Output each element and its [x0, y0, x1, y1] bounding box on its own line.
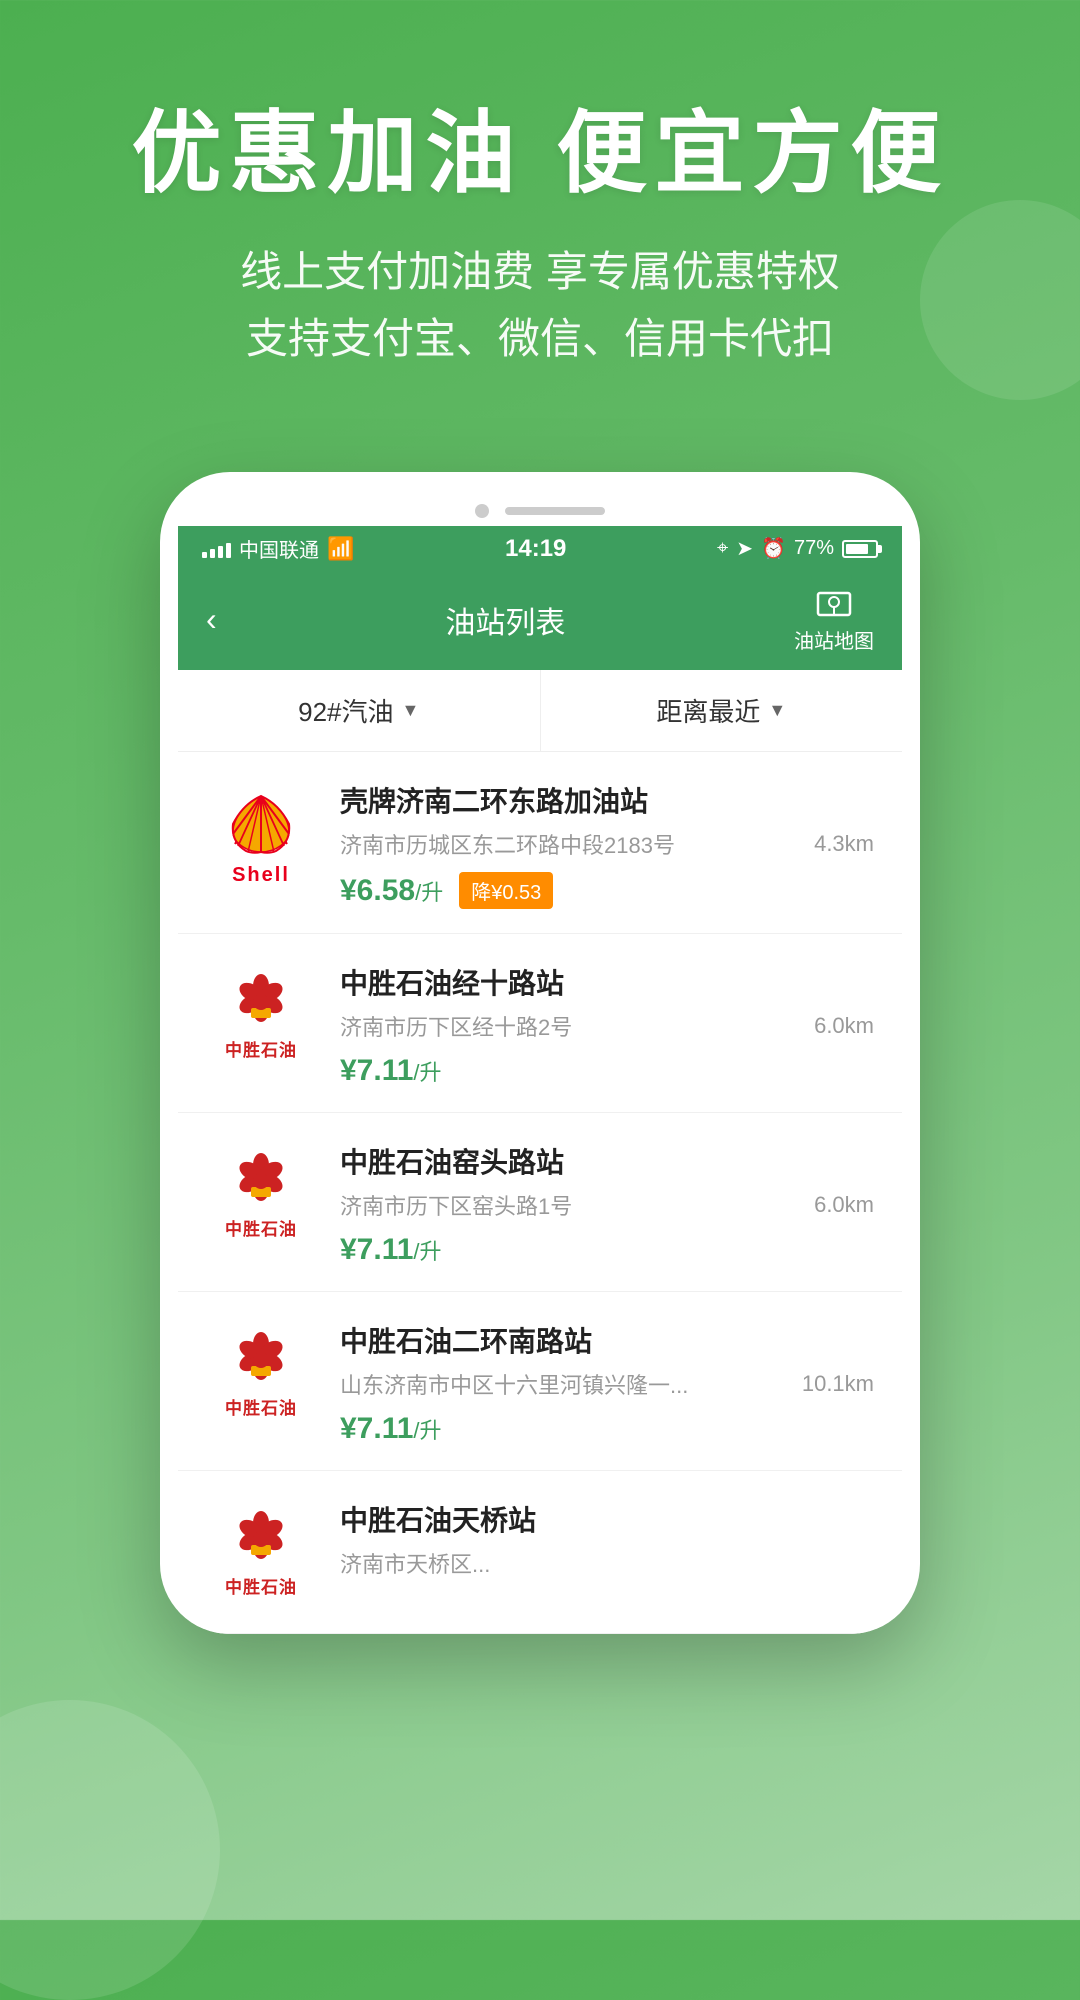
zhongsheng-logo: 中胜石油 — [225, 1511, 297, 1598]
station-list-item[interactable]: Shell 壳牌济南二环东路加油站 济南市历城区东二环路中段2183号 4.3k… — [178, 752, 902, 934]
fuel-type-dropdown-arrow: ▼ — [402, 700, 420, 721]
alarm-icon: ⏰ — [761, 536, 786, 561]
station-list-item[interactable]: 中胜石油 中胜石油经十路站 济南市历下区经十路2号 6.0km ¥7.11/升 — [178, 934, 902, 1113]
nav-bar: ‹ 油站列表 油站地图 — [178, 569, 902, 670]
hero-section: 优惠加油 便宜方便 线上支付加油费 享专属优惠特权 支持支付宝、微信、信用卡代扣 — [0, 0, 1080, 432]
station-name: 中胜石油窑头路站 — [340, 1141, 874, 1181]
station-price: ¥7.11/升 — [340, 1233, 442, 1267]
sort-filter[interactable]: 距离最近 ▼ — [541, 670, 903, 751]
station-price: ¥7.11/升 — [340, 1054, 442, 1088]
station-address: 山东济南市中区十六里河镇兴隆一... — [340, 1368, 790, 1400]
zhongsheng-logo: 中胜石油 — [225, 1153, 297, 1240]
nav-title: 油站列表 — [445, 598, 565, 642]
station-distance: 6.0km — [814, 1192, 874, 1218]
location-icon: ⌖ — [717, 537, 728, 560]
station-info: 中胜石油窑头路站 济南市历下区窑头路1号 6.0km ¥7.11/升 — [340, 1141, 874, 1267]
status-bar: 中国联通 📶 14:19 ⌖ ➤ ⏰ 77% — [178, 526, 902, 569]
station-name: 中胜石油经十路站 — [340, 962, 874, 1002]
zhongsheng-logo: 中胜石油 — [225, 974, 297, 1061]
station-name: 中胜石油天桥站 — [340, 1499, 874, 1539]
station-address: 济南市天桥区... — [340, 1547, 862, 1579]
station-logo-container: 中胜石油 — [206, 1320, 316, 1430]
phone-speaker — [505, 507, 605, 515]
map-button-label: 油站地图 — [794, 625, 874, 654]
discount-badge: 降¥0.53 — [459, 872, 553, 909]
phone-camera — [475, 504, 489, 518]
station-price: ¥7.11/升 — [340, 1412, 442, 1446]
status-time: 14:19 — [505, 535, 566, 563]
station-info: 中胜石油经十路站 济南市历下区经十路2号 6.0km ¥7.11/升 — [340, 962, 874, 1088]
filter-bar: 92#汽油 ▼ 距离最近 ▼ — [178, 670, 902, 752]
battery-icon — [842, 540, 878, 558]
sort-dropdown-arrow: ▼ — [768, 700, 786, 721]
station-logo-container: 中胜石油 — [206, 962, 316, 1072]
station-logo-container: 中胜石油 — [206, 1499, 316, 1609]
station-list-item[interactable]: 中胜石油 中胜石油二环南路站 山东济南市中区十六里河镇兴隆一... 10.1km… — [178, 1292, 902, 1471]
back-button[interactable]: ‹ — [206, 601, 217, 638]
zhongsheng-logo: 中胜石油 — [225, 1332, 297, 1419]
station-address: 济南市历下区窑头路1号 — [340, 1189, 802, 1221]
battery-percent: 77% — [794, 537, 834, 560]
phone-mockup: 中国联通 📶 14:19 ⌖ ➤ ⏰ 77% ‹ 油站列表 — [160, 472, 920, 1920]
station-logo-container: 中胜石油 — [206, 1141, 316, 1251]
station-price: ¥6.58/升 — [340, 874, 443, 908]
station-name: 中胜石油二环南路站 — [340, 1320, 874, 1360]
shell-logo: Shell — [221, 784, 301, 887]
carrier-label: 中国联通 — [239, 534, 319, 563]
hero-subtitle: 线上支付加油费 享专属优惠特权 支持支付宝、微信、信用卡代扣 — [60, 238, 1020, 372]
station-address: 济南市历下区经十路2号 — [340, 1010, 802, 1042]
station-list-item[interactable]: 中胜石油 中胜石油窑头路站 济南市历下区窑头路1号 6.0km ¥7.11/升 — [178, 1113, 902, 1292]
station-info: 中胜石油二环南路站 山东济南市中区十六里河镇兴隆一... 10.1km ¥7.1… — [340, 1320, 874, 1446]
station-distance: 10.1km — [802, 1371, 874, 1397]
station-address: 济南市历城区东二环路中段2183号 — [340, 828, 802, 860]
phone-top-bar — [178, 492, 902, 526]
station-list: Shell 壳牌济南二环东路加油站 济南市历城区东二环路中段2183号 4.3k… — [178, 752, 902, 1634]
hero-title: 优惠加油 便宜方便 — [60, 100, 1020, 208]
station-logo-container: Shell — [206, 780, 316, 890]
station-info: 中胜石油天桥站 济南市天桥区... — [340, 1499, 874, 1591]
station-list-item[interactable]: 中胜石油 中胜石油天桥站 济南市天桥区... — [178, 1471, 902, 1634]
wifi-icon: 📶 — [327, 536, 354, 562]
fuel-type-filter[interactable]: 92#汽油 ▼ — [178, 670, 541, 751]
station-info: 壳牌济南二环东路加油站 济南市历城区东二环路中段2183号 4.3km ¥6.5… — [340, 780, 874, 909]
signal-icon — [202, 540, 231, 558]
map-view-button[interactable]: 油站地图 — [794, 585, 874, 654]
station-distance: 6.0km — [814, 1013, 874, 1039]
station-distance: 4.3km — [814, 831, 874, 857]
station-name: 壳牌济南二环东路加油站 — [340, 780, 874, 820]
navigate-icon: ➤ — [736, 536, 753, 561]
